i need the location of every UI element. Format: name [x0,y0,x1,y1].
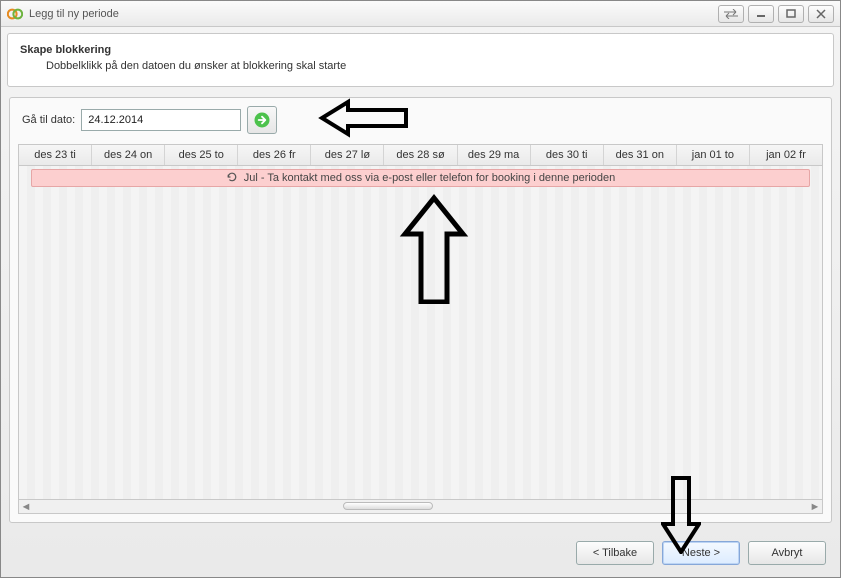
calendar-col[interactable]: des 30 ti [531,145,604,165]
back-button[interactable]: < Tilbake [576,541,654,565]
header-title: Skape blokkering [20,44,821,56]
cancel-button[interactable]: Avbryt [748,541,826,565]
calendar-col[interactable]: des 29 ma [458,145,531,165]
maximize-button[interactable] [778,5,804,23]
header-subtitle: Dobbelklikk på den datoen du ønsker at b… [46,60,821,72]
scrollbar-horizontal[interactable]: ◄ ► [19,499,822,513]
goto-label: Gå til dato: [18,114,75,126]
dialog-window: Legg til ny periode Skape blokkering Dob… [0,0,841,578]
header: Skape blokkering Dobbelklikk på den dato… [7,33,834,87]
goto-date-input[interactable] [81,109,241,131]
blocking-banner-text: Jul - Ta kontakt med oss via e-post elle… [244,172,616,184]
calendar-col[interactable]: jan 01 to [677,145,750,165]
scroll-thumb[interactable] [343,502,433,510]
app-icon [7,6,23,22]
calendar-col[interactable]: des 25 to [165,145,238,165]
calendar-col[interactable]: des 31 on [604,145,677,165]
scroll-left[interactable]: ◄ [19,501,33,513]
calendar-col[interactable]: des 24 on [92,145,165,165]
calendar: des 23 ti des 24 on des 25 to des 26 fr … [18,144,823,514]
window-title: Legg til ny periode [29,8,119,20]
content: Gå til dato: des 23 ti des 24 on des 25 … [9,97,832,523]
annotation-arrow-up [399,194,469,304]
next-button[interactable]: Neste > [662,541,740,565]
calendar-col[interactable]: des 28 sø [384,145,457,165]
scroll-right[interactable]: ► [808,501,822,513]
blocking-banner[interactable]: Jul - Ta kontakt med oss via e-post elle… [31,169,810,187]
calendar-col[interactable]: des 27 lø [311,145,384,165]
scroll-track[interactable] [33,500,808,513]
goto-button[interactable] [247,106,277,134]
annotation-arrow-left [318,98,408,138]
goto-row: Gå til dato: [18,106,823,134]
calendar-col[interactable]: jan 02 fr [750,145,822,165]
minimize-button[interactable] [748,5,774,23]
calendar-col[interactable]: des 26 fr [238,145,311,165]
swap-button[interactable] [718,5,744,23]
calendar-body[interactable]: Jul - Ta kontakt med oss via e-post elle… [19,166,822,499]
close-button[interactable] [808,5,834,23]
calendar-col[interactable]: des 23 ti [19,145,92,165]
refresh-icon [226,171,238,186]
titlebar: Legg til ny periode [1,1,840,27]
footer: < Tilbake Neste > Avbryt [1,531,840,577]
calendar-header: des 23 ti des 24 on des 25 to des 26 fr … [19,145,822,166]
